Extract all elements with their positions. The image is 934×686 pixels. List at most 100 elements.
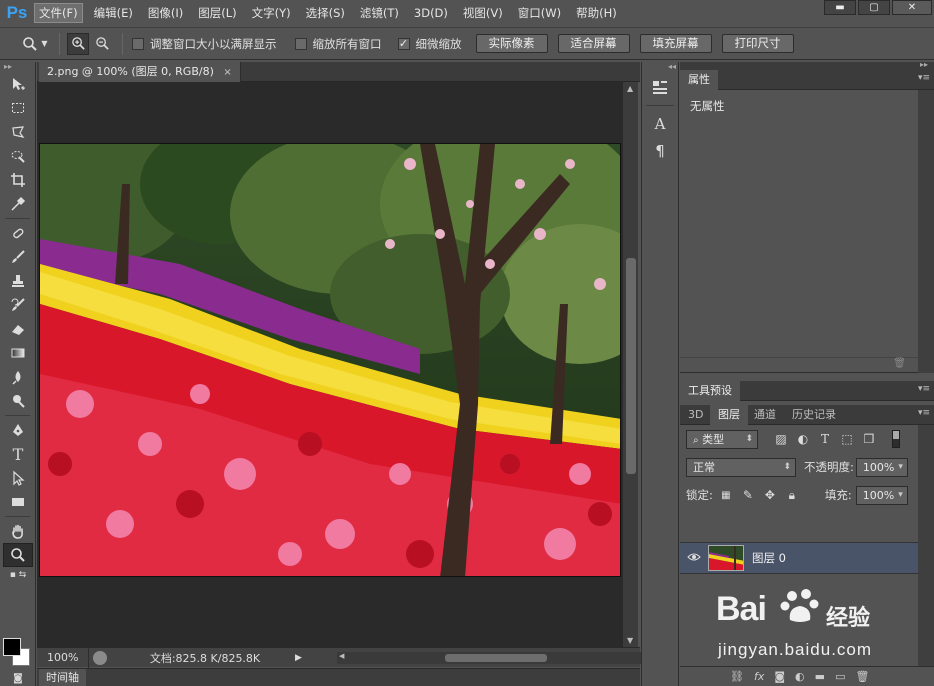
menu-edit[interactable]: 编辑(E) [90,3,137,23]
actual-pixels-button[interactable]: 实际像素 [475,34,548,53]
lock-transparent-pixels-icon[interactable]: ▦ [717,486,735,504]
filter-toggle-switch[interactable] [892,430,900,448]
layer-style-icon[interactable]: fx [754,670,764,683]
lock-all-icon[interactable]: 🔒︎ [783,486,801,504]
shape-filter-icon[interactable]: ⬚ [838,430,856,448]
rectangle-tool-icon[interactable] [0,490,36,514]
menu-filter[interactable]: 滤镜(T) [356,3,403,23]
pixel-filter-icon[interactable]: ▨ [772,430,790,448]
marquee-tool-icon[interactable] [0,96,36,120]
dropdown-arrow-icon[interactable]: ▾ [898,487,903,504]
tulip-photo[interactable] [39,143,621,577]
scroll-down-icon[interactable]: ▼ [627,636,633,645]
add-mask-icon[interactable]: ◙ [774,670,785,683]
foreground-color-swatch[interactable] [3,638,21,656]
timeline-tab[interactable]: 时间轴 [39,669,86,686]
quick-selection-tool-icon[interactable] [0,144,36,168]
menu-view[interactable]: 视图(V) [459,3,507,23]
fill-screen-button[interactable]: 填充屏幕 [639,34,712,53]
hand-tool-icon[interactable] [0,519,36,543]
dock-grip-icon[interactable]: ◂◂ [642,62,678,72]
dock-collapse-icon[interactable]: ▸▸ [920,60,928,69]
zoom-tool-icon[interactable] [3,543,33,567]
layers-scrollbar[interactable] [918,425,934,686]
panel-menu-icon[interactable]: ▾≡ [918,73,930,83]
zoom-out-button[interactable] [91,33,113,55]
zoom-tool-preset-icon[interactable]: ▼ [18,33,52,55]
layer-row-layer-0[interactable]: 图层 0 [680,542,918,574]
eraser-tool-icon[interactable] [0,317,36,341]
tab-history[interactable]: 历史记录 [784,405,844,425]
menu-layer[interactable]: 图层(L) [194,3,240,23]
minimize-button[interactable]: ▬ [824,0,856,15]
pen-tool-icon[interactable] [0,418,36,442]
tab-properties[interactable]: 属性 [680,70,718,90]
menu-select[interactable]: 选择(S) [302,3,349,23]
delete-layer-icon[interactable]: 🗑 [855,670,869,683]
paragraph-panel-icon[interactable]: ¶ [645,139,675,163]
fit-screen-button[interactable]: 适合屏幕 [557,34,630,53]
quick-mask-icon[interactable]: ◙ [0,670,36,686]
scroll-up-icon[interactable]: ▲ [627,84,633,93]
menu-file[interactable]: 文件(F) [34,2,83,23]
maximize-button[interactable]: ▢ [858,0,890,15]
dropdown-arrow-icon[interactable]: ▾ [898,459,903,476]
brush-tool-icon[interactable] [0,245,36,269]
close-tab-icon[interactable]: × [223,67,231,78]
menu-image[interactable]: 图像(I) [144,3,187,23]
document-tab[interactable]: 2.png @ 100% (图层 0, RGB/8) × [39,62,241,82]
eyedropper-tool-icon[interactable] [0,192,36,216]
layer-filter-select[interactable]: ⌕ 类型 ⬍ [686,429,758,449]
visibility-eye-icon[interactable] [680,551,708,565]
checkmark-icon[interactable]: ✓ [397,37,410,50]
panel-menu-icon[interactable]: ▾≡ [918,384,930,394]
history-brush-tool-icon[interactable] [0,293,36,317]
dodge-tool-icon[interactable] [0,389,36,413]
clone-stamp-tool-icon[interactable] [0,269,36,293]
lock-image-pixels-icon[interactable]: ✎ [739,486,757,504]
tab-layers[interactable]: 图层 [710,405,748,425]
checkbox-box[interactable] [132,37,144,50]
scroll-left-icon[interactable]: ◀ [339,652,344,660]
vertical-scrollbar[interactable]: ▲ ▼ [622,82,638,647]
panel-grip-icon[interactable]: ▸▸ [0,62,35,72]
horizontal-scrollbar[interactable]: ◀ ▶ [337,652,655,664]
new-group-icon[interactable]: ▬ [815,670,825,683]
zoom-all-windows-checkbox[interactable]: 缩放所有窗口 [294,36,382,52]
close-window-button[interactable]: ✕ [892,0,932,15]
canvas-area[interactable] [37,82,622,647]
healing-brush-tool-icon[interactable] [0,221,36,245]
zoom-level-field[interactable]: 100% [37,647,89,668]
horizontal-scroll-thumb[interactable] [445,654,547,662]
menu-type[interactable]: 文字(Y) [248,3,295,23]
properties-scrollbar[interactable] [918,90,934,373]
character-panel-icon[interactable]: A [645,112,675,136]
menu-3d[interactable]: 3D(D) [410,3,452,23]
zoom-in-button[interactable] [67,32,89,55]
lock-position-icon[interactable]: ✥ [761,486,779,504]
status-info-icon[interactable] [93,650,107,665]
menu-help[interactable]: 帮助(H) [572,3,621,23]
blur-tool-icon[interactable] [0,365,36,389]
new-layer-icon[interactable]: ▭ [835,670,845,683]
tab-tool-presets[interactable]: 工具预设 [680,381,740,401]
checkbox-box[interactable] [294,37,307,50]
smart-object-filter-icon[interactable]: ❒ [860,430,878,448]
panel-menu-icon[interactable]: ▾≡ [918,408,930,418]
path-selection-tool-icon[interactable] [0,466,36,490]
blend-mode-select[interactable]: 正常 ⬍ [686,457,796,477]
resize-windows-checkbox[interactable]: 调整窗口大小以满屏显示 [132,36,277,52]
properties-panel-icon[interactable] [645,75,675,99]
vertical-scroll-thumb[interactable] [626,258,636,474]
adjustment-layer-icon[interactable]: ◐ [795,670,805,683]
gradient-tool-icon[interactable] [0,341,36,365]
lasso-tool-icon[interactable] [0,120,36,144]
opacity-input[interactable]: 100% ▾ [855,457,908,477]
fill-input[interactable]: 100% ▾ [855,485,908,505]
layer-name[interactable]: 图层 0 [752,550,786,566]
menu-window[interactable]: 窗口(W) [514,3,565,23]
move-tool-icon[interactable] [0,72,36,96]
delete-icon[interactable]: 🗑 [680,357,918,373]
scrubby-zoom-checkbox[interactable]: ✓ 细微缩放 [397,36,462,52]
link-layers-icon[interactable]: ⛓ [730,670,744,683]
